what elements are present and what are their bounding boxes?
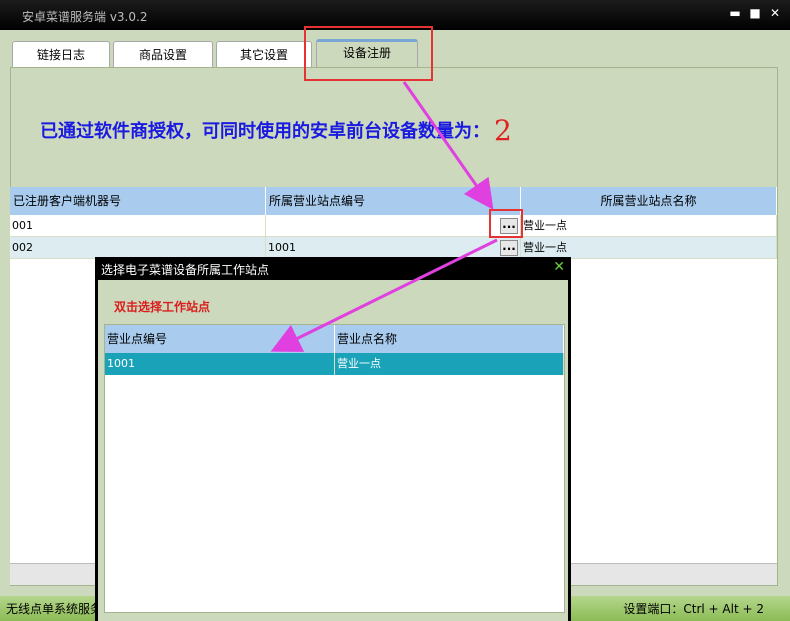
tab-highlight-box: [304, 26, 433, 81]
row-2-browse-button[interactable]: ...: [500, 240, 518, 256]
status-right-text: 设置端口：Ctrl + Alt + 2: [623, 602, 764, 616]
license-banner: 已通过软件商授权，可同时使用的安卓前台设备数量为： 2: [40, 114, 512, 147]
tab-other-settings[interactable]: 其它设置: [216, 41, 312, 67]
column-header-site-name[interactable]: 营业点名称: [335, 325, 564, 353]
dialog-titlebar: 选择电子菜谱设备所属工作站点 ✕: [95, 257, 571, 280]
column-header-site-code[interactable]: 所属营业站点编号: [266, 187, 521, 215]
license-count: 2: [494, 114, 512, 147]
site-row-code[interactable]: 1001: [105, 353, 335, 375]
table-row-1-site-name[interactable]: 营业一点: [521, 215, 777, 237]
table-row-2-site-name[interactable]: 营业一点: [521, 237, 777, 259]
site-table: 营业点编号 营业点名称 1001 营业一点: [104, 324, 565, 613]
dialog-close-icon[interactable]: ✕: [553, 259, 565, 275]
table-row-2-site-code[interactable]: 1001: [266, 237, 521, 259]
site-row-name[interactable]: 营业一点: [335, 353, 564, 375]
select-site-dialog: 选择电子菜谱设备所属工作站点 ✕ 双击选择工作站点 营业点编号 营业点名称 10…: [95, 257, 571, 621]
minimize-icon[interactable]: ▬: [728, 6, 742, 20]
column-header-site-name[interactable]: 所属营业站点名称: [521, 187, 777, 215]
dialog-hint: 双击选择工作站点: [114, 300, 211, 314]
close-icon[interactable]: ✕: [768, 6, 782, 20]
dialog-title: 选择电子菜谱设备所属工作站点: [101, 263, 270, 277]
table-row-1-site-code[interactable]: [266, 215, 521, 237]
dialog-body: 双击选择工作站点 营业点编号 营业点名称 1001 营业一点: [98, 280, 568, 621]
license-banner-text: 已通过软件商授权，可同时使用的安卓前台设备数量为：: [40, 121, 490, 142]
button-highlight-box: [489, 209, 523, 238]
status-left-text: 无线点单系统服务: [6, 602, 103, 616]
tab-product-settings[interactable]: 商品设置: [113, 41, 213, 67]
column-header-machine[interactable]: 已注册客户端机器号: [10, 187, 266, 215]
column-header-site-code[interactable]: 营业点编号: [105, 325, 335, 353]
table-row-1-machine[interactable]: 001: [10, 215, 266, 237]
tab-connection-log[interactable]: 链接日志: [12, 41, 110, 67]
maximize-icon[interactable]: ■: [748, 6, 762, 20]
table-row-2-machine[interactable]: 002: [10, 237, 266, 259]
window-title: 安卓菜谱服务端 v3.0.2: [22, 10, 148, 24]
